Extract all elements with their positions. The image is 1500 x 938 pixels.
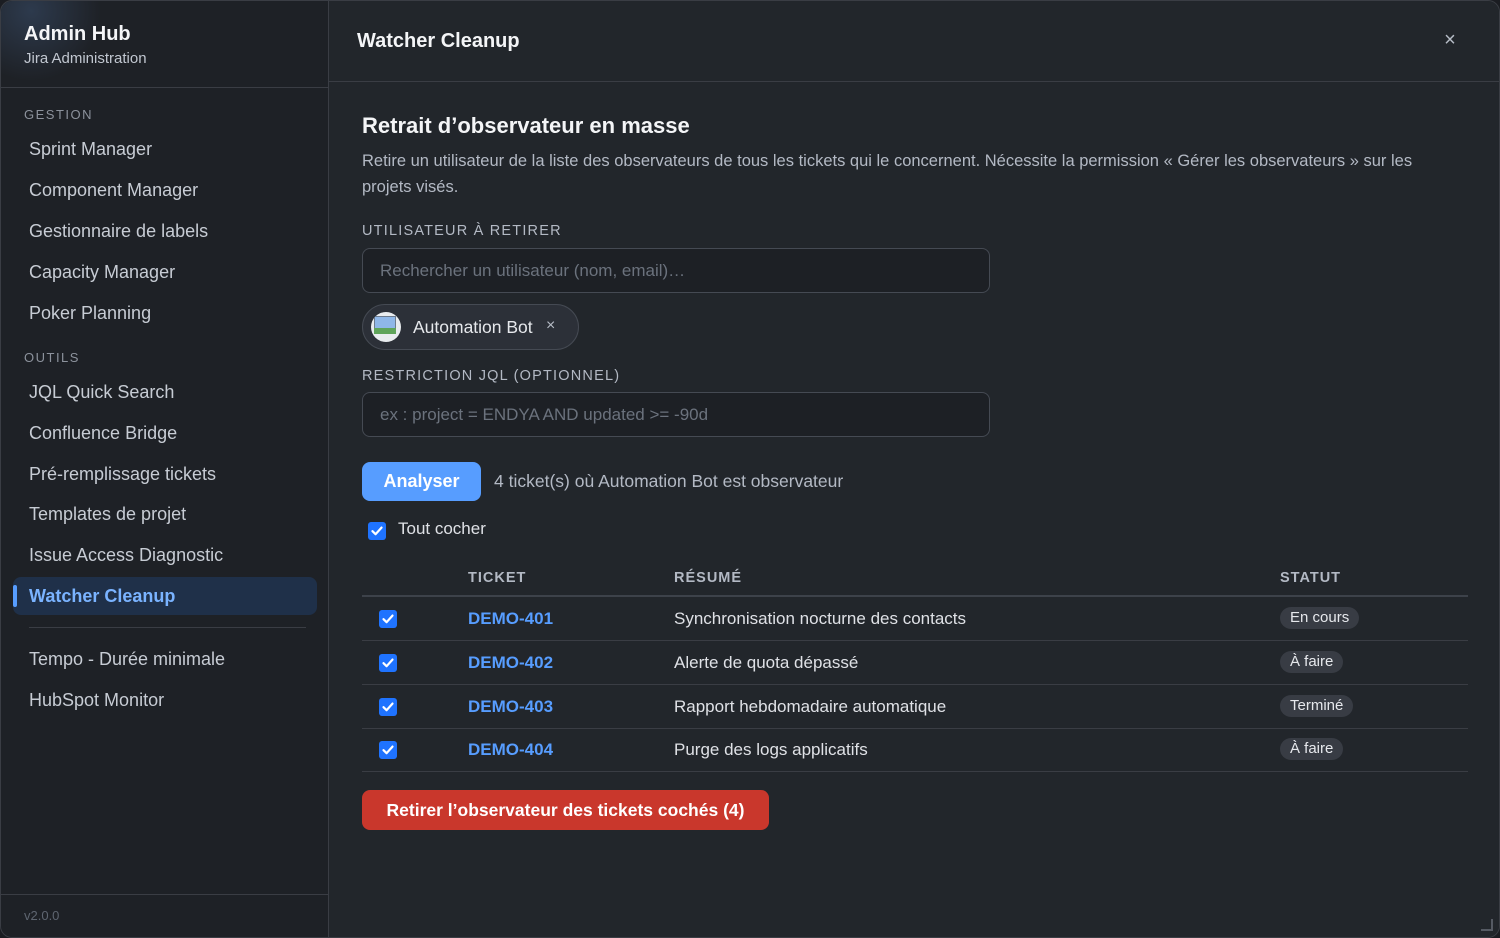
version-label: v2.0.0: [1, 894, 328, 937]
section-label-gestion: GESTION: [24, 107, 94, 122]
check-icon: [382, 658, 394, 668]
app-window: Admin Hub Jira Administration GESTION Sp…: [0, 0, 1500, 938]
analyze-button[interactable]: Analyser: [362, 462, 481, 501]
sidebar-item-confluence-bridge[interactable]: Confluence Bridge: [13, 414, 317, 452]
remove-user-icon[interactable]: ×: [546, 317, 555, 335]
app-title: Admin Hub: [24, 23, 131, 45]
sidebar-brand: Admin Hub Jira Administration: [1, 1, 328, 88]
sidebar-item-hubspot-monitor[interactable]: HubSpot Monitor: [13, 681, 317, 719]
page-title: Watcher Cleanup: [357, 30, 520, 52]
section-label-outils: OUTILS: [24, 350, 80, 365]
section-description: Retire un utilisateur de la liste des ob…: [362, 152, 1413, 196]
column-header-summary: RÉSUMÉ: [674, 570, 743, 586]
user-avatar: [371, 312, 401, 342]
check-icon: [382, 702, 394, 712]
user-search-input[interactable]: [362, 248, 990, 293]
ticket-summary: Alerte de quota dépassé: [674, 653, 859, 672]
row-checkbox[interactable]: [379, 741, 397, 759]
sidebar-item-ticket-prefill[interactable]: Pré-remplissage tickets: [13, 455, 317, 493]
ticket-key-link[interactable]: DEMO-401: [468, 609, 553, 629]
sidebar-item-watcher-cleanup[interactable]: Watcher Cleanup: [13, 577, 317, 615]
sidebar-item-component-manager[interactable]: Component Manager: [13, 171, 317, 209]
check-icon: [371, 526, 383, 536]
sidebar-item-sprint-manager[interactable]: Sprint Manager: [13, 130, 317, 168]
sidebar-item-tempo-min-duration[interactable]: Tempo - Durée minimale: [13, 640, 317, 678]
select-all-checkbox[interactable]: [368, 522, 386, 540]
sidebar-item-issue-access-diagnostic[interactable]: Issue Access Diagnostic: [13, 536, 317, 574]
status-badge: Terminé: [1280, 695, 1354, 717]
resize-handle-icon[interactable]: [1481, 919, 1493, 931]
table-row: DEMO-404 Purge des logs applicatifs À fa…: [362, 728, 1468, 772]
ticket-key-link[interactable]: DEMO-403: [468, 697, 553, 717]
table-row: DEMO-402 Alerte de quota dépassé À faire: [362, 641, 1468, 685]
sidebar-item-label-manager[interactable]: Gestionnaire de labels: [13, 212, 317, 250]
row-checkbox[interactable]: [379, 610, 397, 628]
check-icon: [382, 745, 394, 755]
panel-header: Watcher Cleanup ×: [329, 1, 1499, 82]
status-badge: À faire: [1280, 651, 1344, 673]
table-row: DEMO-401 Synchronisation nocturne des co…: [362, 597, 1468, 641]
sidebar-item-poker-planning[interactable]: Poker Planning: [13, 294, 317, 332]
remove-watcher-button[interactable]: Retirer l’observateur des tickets cochés…: [362, 790, 769, 830]
row-checkbox[interactable]: [379, 698, 397, 716]
status-badge: À faire: [1280, 738, 1344, 760]
selected-user-name: Automation Bot: [413, 317, 533, 337]
user-field-label: UTILISATEUR À RETIRER: [362, 223, 562, 239]
column-header-ticket: TICKET: [468, 570, 527, 586]
ticket-summary: Synchronisation nocturne des contacts: [674, 609, 967, 628]
main-panel: Watcher Cleanup × Retrait d’observateur …: [329, 1, 1499, 937]
analysis-result-text: 4 ticket(s) où Automation Bot est observ…: [494, 471, 844, 491]
ticket-key-link[interactable]: DEMO-404: [468, 740, 553, 760]
close-icon[interactable]: ×: [1439, 29, 1461, 51]
status-badge: En cours: [1280, 607, 1360, 629]
jql-field-label: RESTRICTION JQL (OPTIONNEL): [362, 368, 621, 384]
ticket-key-link[interactable]: DEMO-402: [468, 653, 553, 673]
selected-user-chip: Automation Bot ×: [362, 304, 579, 350]
ticket-summary: Rapport hebdomadaire automatique: [674, 697, 947, 716]
table-row: DEMO-403 Rapport hebdomadaire automatiqu…: [362, 685, 1468, 729]
sidebar-item-project-templates[interactable]: Templates de projet: [13, 495, 317, 533]
section-heading: Retrait d’observateur en masse: [362, 113, 690, 138]
check-icon: [382, 614, 394, 624]
sidebar-item-capacity-manager[interactable]: Capacity Manager: [13, 253, 317, 291]
ticket-summary: Purge des logs applicatifs: [674, 740, 868, 759]
select-all-label: Tout cocher: [398, 519, 486, 538]
jql-input[interactable]: [362, 392, 990, 437]
sidebar: Admin Hub Jira Administration GESTION Sp…: [1, 1, 329, 937]
sidebar-item-jql-quick-search[interactable]: JQL Quick Search: [13, 373, 317, 411]
sidebar-divider: [29, 627, 306, 628]
app-subtitle: Jira Administration: [24, 50, 147, 67]
column-header-status: STATUT: [1280, 570, 1342, 586]
row-checkbox[interactable]: [379, 654, 397, 672]
